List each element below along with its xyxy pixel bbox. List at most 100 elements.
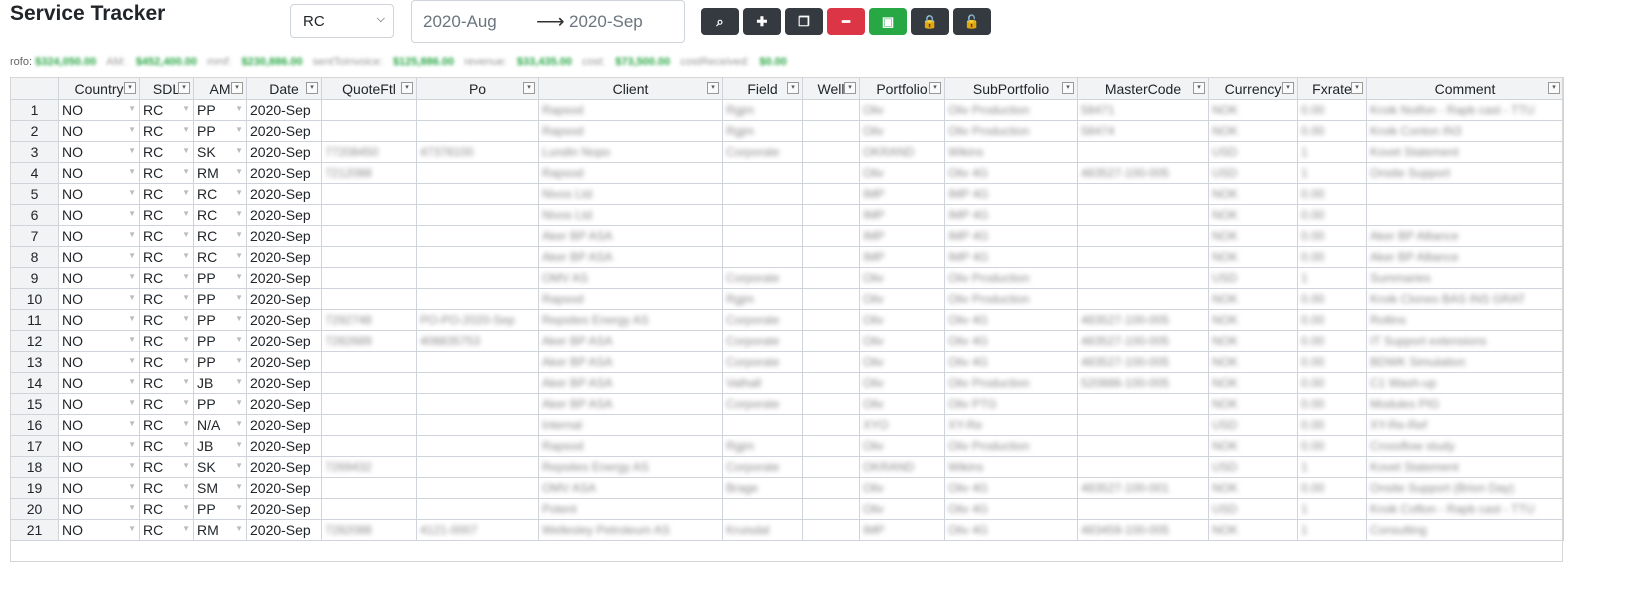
cell-sdl[interactable]: RC ▼ [139, 183, 194, 205]
cell-fxrate[interactable]: 0.00 [1297, 330, 1367, 352]
cell-field[interactable]: Kruisdal [722, 519, 803, 541]
cell-currency[interactable]: NOK [1208, 204, 1298, 226]
cell-comment[interactable]: Crossflow study [1366, 435, 1564, 457]
cell-po[interactable] [416, 162, 539, 184]
cell-country[interactable]: NO ▼ [58, 519, 140, 541]
column-header-portfolio[interactable]: Portfolio ▾ [859, 77, 945, 100]
column-header-po[interactable]: Po ▾ [416, 77, 539, 100]
cell-mastercode[interactable]: 483527-100-001 [1077, 477, 1209, 499]
cell-comment[interactable]: BDWK Simulation [1366, 351, 1564, 373]
cell-portfolio[interactable]: Oliv [859, 498, 945, 520]
cell-currency[interactable]: USD [1208, 162, 1298, 184]
cell-field[interactable] [722, 225, 803, 247]
dropdown-caret-icon[interactable]: ▼ [182, 440, 190, 449]
cell-am[interactable]: RC ▼ [193, 246, 247, 268]
cell-client[interactable]: Rapsod [538, 435, 723, 457]
filter-dropdown-icon[interactable]: ▾ [1193, 82, 1205, 94]
dropdown-caret-icon[interactable]: ▼ [128, 335, 136, 344]
cell-portfolio[interactable]: IMP [859, 246, 945, 268]
cell-country[interactable]: NO ▼ [58, 309, 140, 331]
cell-currency[interactable]: NOK [1208, 309, 1298, 331]
cell-date[interactable]: 2020-Sep [246, 225, 322, 247]
cell-fxrate[interactable]: 0.00 [1297, 393, 1367, 415]
cell-well[interactable] [802, 351, 860, 373]
column-header-date[interactable]: Date ▾ [246, 77, 322, 100]
dropdown-caret-icon[interactable]: ▼ [235, 251, 243, 260]
cell-quoteftl[interactable] [321, 183, 417, 205]
cell-currency[interactable]: USD [1208, 456, 1298, 478]
cell-po[interactable] [416, 414, 539, 436]
cell-field[interactable]: Corporate [722, 393, 803, 415]
cell-fxrate[interactable]: 0.00 [1297, 435, 1367, 457]
cell-po[interactable]: 47378100 [416, 141, 539, 163]
cell-client[interactable]: Aker BP ASA [538, 393, 723, 415]
filter-dropdown-icon[interactable]: ▾ [844, 82, 856, 94]
dropdown-caret-icon[interactable]: ▼ [128, 230, 136, 239]
dropdown-caret-icon[interactable]: ▼ [128, 293, 136, 302]
cell-well[interactable] [802, 309, 860, 331]
table-row[interactable]: 10 NO ▼ RC ▼ PP ▼ 2020-Sep Rapsod Rgjm Oliv Oliv Pr… [10, 288, 1564, 310]
cell-am[interactable]: RC ▼ [193, 225, 247, 247]
cell-sdl[interactable]: RC ▼ [139, 225, 194, 247]
cell-subportfolio[interactable]: Oliv Production [944, 99, 1078, 121]
dropdown-caret-icon[interactable]: ▼ [128, 377, 136, 386]
cell-po[interactable] [416, 183, 539, 205]
cell-portfolio[interactable]: Oliv [859, 372, 945, 394]
dropdown-caret-icon[interactable]: ▼ [128, 104, 136, 113]
cell-quoteftl[interactable] [321, 414, 417, 436]
cell-field[interactable]: Rgjm [722, 120, 803, 142]
cell-client[interactable]: Rapsod [538, 99, 723, 121]
cell-client[interactable]: Potent [538, 498, 723, 520]
column-header-mastercode[interactable]: MasterCode ▾ [1077, 77, 1209, 100]
cell-fxrate[interactable]: 0.00 [1297, 99, 1367, 121]
cell-comment[interactable]: Kroik Conton IN3 [1366, 120, 1564, 142]
dropdown-caret-icon[interactable]: ▼ [182, 419, 190, 428]
table-row[interactable]: 8 NO ▼ RC ▼ RC ▼ 2020-Sep Aker BP ASA IMP IMP 4G NO… [10, 246, 1564, 268]
cell-portfolio[interactable]: Oliv [859, 351, 945, 373]
cell-am[interactable]: SM ▼ [193, 477, 247, 499]
cell-quoteftl[interactable] [321, 120, 417, 142]
dropdown-caret-icon[interactable]: ▼ [182, 356, 190, 365]
dropdown-caret-icon[interactable]: ▼ [182, 251, 190, 260]
cell-mastercode[interactable] [1077, 183, 1209, 205]
cell-portfolio[interactable]: Oliv [859, 120, 945, 142]
cell-field[interactable]: Corporate [722, 141, 803, 163]
table-row[interactable]: 16 NO ▼ RC ▼ N/A ▼ 2020-Sep Internal XYO XY-Re USD 0… [10, 414, 1564, 436]
cell-comment[interactable]: Kroik Cloneo BAS INS GRAT [1366, 288, 1564, 310]
cell-currency[interactable]: NOK [1208, 120, 1298, 142]
cell-subportfolio[interactable]: Oliv Production [944, 435, 1078, 457]
cell-country[interactable]: NO ▼ [58, 183, 140, 205]
cell-comment[interactable]: Kroik Notfon - Rapb cast - TTU [1366, 99, 1564, 121]
cell-comment[interactable]: Modules PIG [1366, 393, 1564, 415]
dropdown-caret-icon[interactable]: ▼ [235, 377, 243, 386]
table-row[interactable]: 15 NO ▼ RC ▼ PP ▼ 2020-Sep Aker BP ASA Corporate O… [10, 393, 1564, 415]
cell-country[interactable]: NO ▼ [58, 477, 140, 499]
cell-sdl[interactable]: RC ▼ [139, 477, 194, 499]
date-from[interactable]: 2020-Aug [423, 12, 497, 32]
table-row[interactable]: 21 NO ▼ RC ▼ RM ▼ 2020-Sep 7282088 4121-0007 Welle… [10, 519, 1564, 541]
cell-mastercode[interactable]: 483527-100-005 [1077, 351, 1209, 373]
cell-country[interactable]: NO ▼ [58, 267, 140, 289]
cell-mastercode[interactable] [1077, 204, 1209, 226]
date-to[interactable]: 2020-Sep [569, 12, 643, 32]
cell-quoteftl[interactable] [321, 288, 417, 310]
cell-client[interactable]: OMV ASA [538, 477, 723, 499]
cell-date[interactable]: 2020-Sep [246, 120, 322, 142]
dropdown-caret-icon[interactable]: ▼ [182, 503, 190, 512]
cell-subportfolio[interactable]: Oliv 4G [944, 477, 1078, 499]
table-row[interactable]: 7 NO ▼ RC ▼ RC ▼ 2020-Sep Aker BP ASA IMP IMP 4G NO… [10, 225, 1564, 247]
cell-mastercode[interactable]: 58471 [1077, 99, 1209, 121]
cell-client[interactable]: Repsites Energy AS [538, 309, 723, 331]
cell-portfolio[interactable]: IMP [859, 204, 945, 226]
cell-country[interactable]: NO ▼ [58, 351, 140, 373]
cell-well[interactable] [802, 435, 860, 457]
cell-date[interactable]: 2020-Sep [246, 351, 322, 373]
dropdown-caret-icon[interactable]: ▼ [128, 272, 136, 281]
dropdown-caret-icon[interactable]: ▼ [235, 230, 243, 239]
filter-dropdown-icon[interactable]: ▾ [124, 82, 136, 94]
dropdown-caret-icon[interactable]: ▼ [235, 419, 243, 428]
dropdown-caret-icon[interactable]: ▼ [235, 461, 243, 470]
table-row[interactable]: 4 NO ▼ RC ▼ RM ▼ 2020-Sep 7212088 Rapsod Oliv Oliv … [10, 162, 1564, 184]
cell-country[interactable]: NO ▼ [58, 162, 140, 184]
cell-field[interactable]: Brage [722, 477, 803, 499]
